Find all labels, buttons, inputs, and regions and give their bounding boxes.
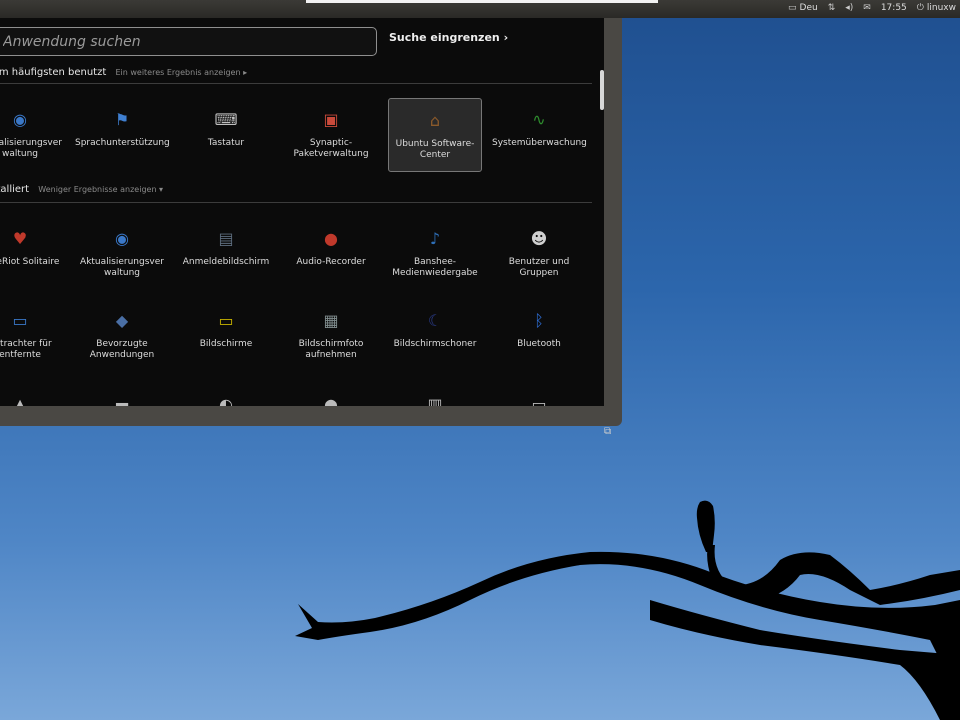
app-label: Aktualisierungsver waltung [0,138,62,159]
app-label: Audio-Recorder [296,257,366,267]
software-center-icon: ⌂ [429,110,441,130]
bird-silhouette [696,500,715,552]
keyboard-indicator[interactable]: ▭ Deu [788,3,818,13]
clock[interactable]: 17:55 [881,3,907,13]
cards-icon: ♥ [12,228,28,248]
app-tile[interactable]: ◐ [179,383,273,406]
microphone-icon: ● [324,228,338,248]
app-label: AisleRiot Solitaire [0,257,60,267]
bluetooth-icon: ᛒ [534,310,544,330]
user-menu[interactable]: ⏻ linuxw [917,3,956,13]
dash-window: Suche eingrenzen › Am häufigsten benutzt… [0,18,622,437]
app-tile[interactable]: ▲ [0,383,67,406]
chevron-right-icon: › [503,31,509,44]
app-label: Bildschirme [199,339,253,349]
disk-icon: ◐ [219,394,233,406]
app-label: Benutzer und Gruppen [508,257,570,278]
preferred-apps-icon: ◆ [115,310,129,330]
volume-icon[interactable]: ◂) [845,3,853,13]
banshee-icon: ♪ [429,228,441,248]
branch-silhouette [295,551,960,700]
app-tile[interactable]: ▭ Bildschirme [179,299,273,373]
globe-update-icon: ◉ [13,109,27,129]
people-icon: ● [324,394,338,406]
package-icon: ▣ [323,109,339,129]
app-label: Anmeldebildschirm [182,257,270,267]
app-tile[interactable]: ♪ Banshee-Medienwiedergabe [388,217,482,291]
app-tile[interactable]: ☻ Benutzer und Gruppen [492,217,586,291]
app-tile[interactable]: ▦ Bildschirmfoto aufnehmen [284,299,378,373]
app-tile[interactable]: ᛒ Bluetooth [492,299,586,373]
app-tile[interactable]: ● Audio-Recorder [284,217,378,291]
login-screen-icon: ▤ [218,228,234,248]
wizard-icon: ▲ [13,394,27,406]
app-tile[interactable]: ▣ Synaptic-Paketverwaltung [284,98,378,172]
top-panel: ▭ Deu ⇅ ◂) ✉ 17:55 ⏻ linuxw [0,0,960,18]
app-tile[interactable]: ◉ Aktualisierungsver waltung [75,217,169,291]
printer-icon: ▬ [114,394,130,406]
app-label: Betrachter für entfernte [0,339,52,360]
app-label: Synaptic-Paketverwaltung [293,138,369,159]
show-more-link[interactable]: Ein weiteres Ergebnis anzeigen ▸ [115,68,247,77]
window-icon: ▭ [531,394,547,406]
flag-icon: ⚑ [114,109,130,129]
app-tile[interactable]: ⌨ Tastatur [179,98,273,172]
section-divider [0,202,592,203]
keyboard-icon: ⌨ [214,109,238,129]
app-label: Banshee-Medienwiedergabe [392,257,478,278]
app-tile[interactable]: ▥ [388,383,482,406]
screensaver-icon: ☾ [427,310,443,330]
app-tile[interactable]: ▭ [492,383,586,406]
app-tile[interactable]: ☾ Bildschirmschoner [388,299,482,373]
app-tile[interactable]: ◆ Bevorzugte Anwendungen [75,299,169,373]
app-tile[interactable]: ● [284,383,378,406]
app-tile[interactable]: ♥ AisleRiot Solitaire [0,217,67,291]
show-fewer-link[interactable]: Weniger Ergebnisse anzeigen ▾ [38,185,163,194]
app-label: Sprachunterstützung [75,138,170,148]
network-icon[interactable]: ⇅ [828,3,836,13]
app-tile[interactable]: ▭ Betrachter für entfernte [0,299,67,373]
section-divider [0,83,592,84]
app-tile[interactable]: ⚑ Sprachunterstützung [75,98,170,172]
remote-desktop-icon: ▭ [12,310,28,330]
filter-results-button[interactable]: Suche eingrenzen › [389,31,508,44]
app-label: Bildschirmschoner [393,339,477,349]
app-tile[interactable]: ⌂ Ubuntu Software-Center [388,98,482,172]
app-label: Bevorzugte Anwendungen [89,339,155,360]
app-tile[interactable]: ◉ Aktualisierungsver waltung [0,98,67,172]
monitor-graph-icon: ∿ [532,109,546,129]
indicator-area: ▭ Deu ⇅ ◂) ✉ 17:55 ⏻ linuxw [788,3,956,13]
app-tile[interactable]: ∿ Systemüberwachung [492,98,587,172]
display-icon: ▭ [218,310,234,330]
app-label: Bildschirmfoto aufnehmen [298,339,364,360]
app-tile[interactable]: ▤ Anmeldebildschirm [179,217,273,291]
app-label: Systemüberwachung [492,138,587,148]
mug-icon: ▥ [427,394,443,406]
scrollbar-thumb[interactable] [600,70,604,110]
app-label: Tastatur [207,138,245,148]
window-title-strip [306,0,658,3]
globe-update-icon: ◉ [115,228,129,248]
app-label: Aktualisierungsver waltung [80,257,164,278]
section-header-installed: Installiert Weniger Ergebnisse anzeigen … [0,184,164,195]
dash-content: Suche eingrenzen › Am häufigsten benutzt… [0,18,604,406]
app-label: Bluetooth [517,339,561,349]
keyboard-icon: ▭ [788,3,797,13]
app-label: Ubuntu Software-Center [395,139,475,160]
search-box[interactable] [0,27,377,56]
search-input[interactable] [0,28,376,55]
screenshot-icon: ▦ [323,310,339,330]
power-icon: ⏻ [916,3,924,13]
section-header-frequent: Am häufigsten benutzt Ein weiteres Ergeb… [0,67,248,78]
mail-icon[interactable]: ✉ [863,3,871,13]
users-icon: ☻ [530,228,548,248]
app-tile[interactable]: ▬ [75,383,169,406]
resize-handle[interactable]: ⧉ [604,426,616,438]
